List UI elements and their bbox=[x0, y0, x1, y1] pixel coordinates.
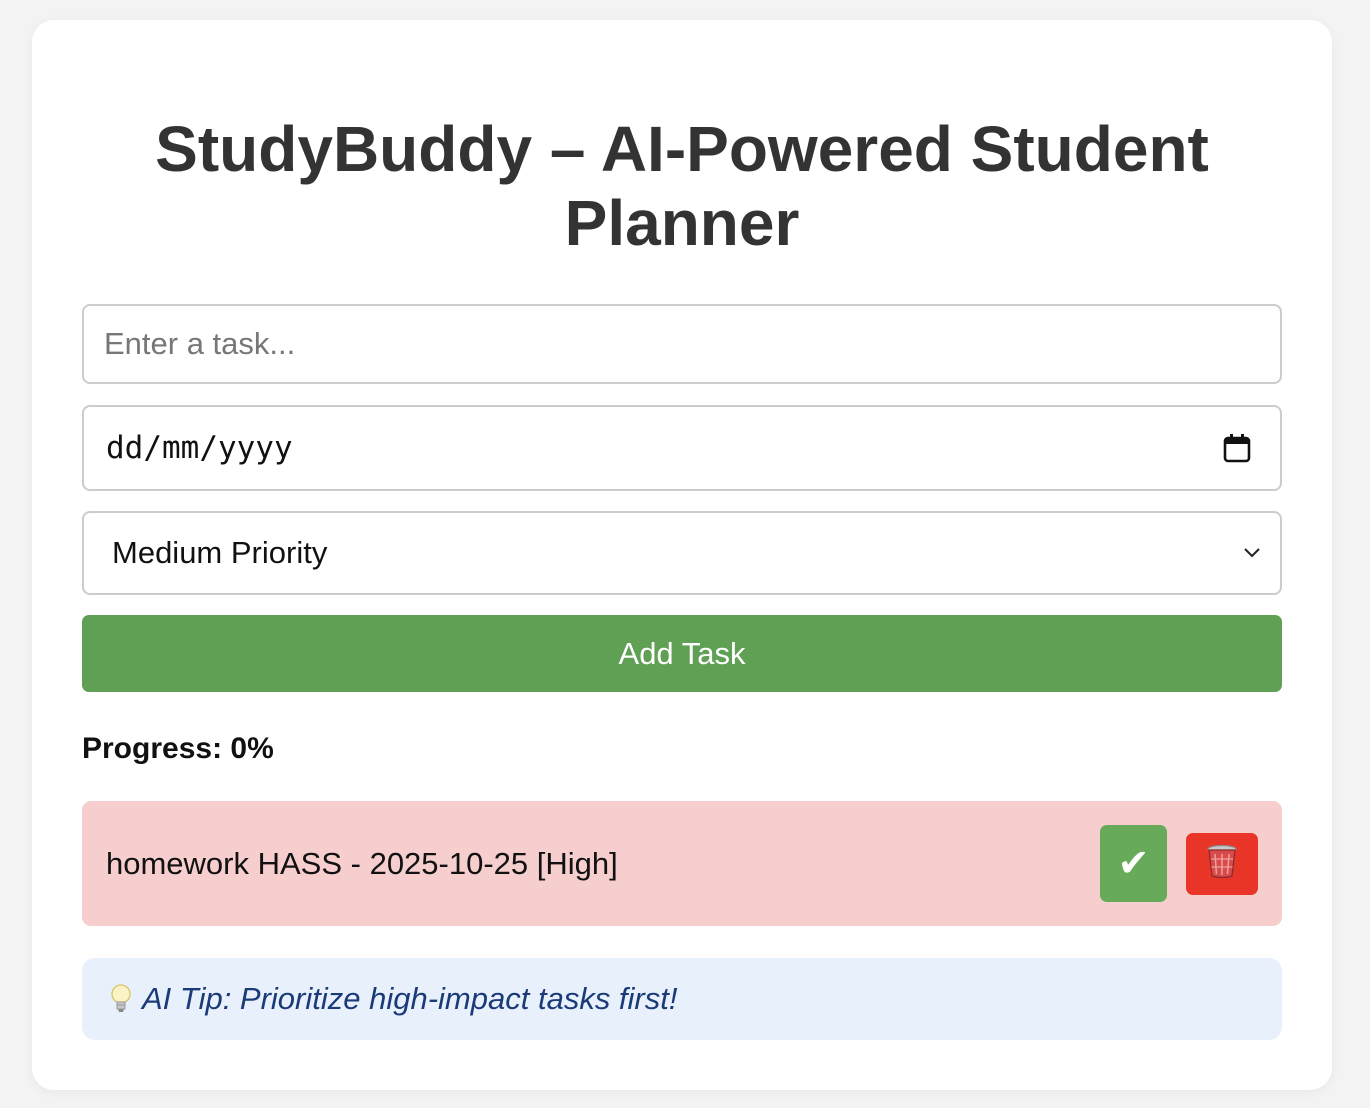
priority-select[interactable]: Medium Priority bbox=[82, 511, 1282, 595]
task-text: homework HASS - 2025-10-25 [High] bbox=[106, 845, 618, 881]
calendar-icon[interactable] bbox=[1222, 433, 1252, 463]
due-date-field[interactable]: dd/mm/yyyy bbox=[82, 405, 1282, 491]
progress-label: Progress: 0% bbox=[82, 732, 274, 765]
list-item: homework HASS - 2025-10-25 [High] ✔ bbox=[82, 801, 1282, 926]
complete-task-button[interactable]: ✔ bbox=[1100, 825, 1167, 902]
add-task-button[interactable]: Add Task bbox=[82, 615, 1282, 692]
task-input[interactable] bbox=[82, 304, 1282, 384]
ai-tip-box: AI Tip: Prioritize high-impact tasks fir… bbox=[82, 958, 1282, 1040]
priority-selected-value: Medium Priority bbox=[112, 535, 328, 570]
delete-task-button[interactable] bbox=[1186, 832, 1258, 895]
trash-icon bbox=[1205, 843, 1239, 884]
planner-card: StudyBuddy – AI-Powered Student Planner … bbox=[32, 20, 1332, 1090]
lightbulb-icon bbox=[106, 982, 136, 1016]
chevron-down-icon bbox=[1242, 543, 1262, 563]
ai-tip-text: AI Tip: Prioritize high-impact tasks fir… bbox=[142, 981, 678, 1016]
page-title: StudyBuddy – AI-Powered Student Planner bbox=[155, 113, 1209, 259]
date-placeholder: dd/mm/yyyy bbox=[106, 430, 293, 466]
checkmark-icon: ✔ bbox=[1117, 843, 1150, 885]
